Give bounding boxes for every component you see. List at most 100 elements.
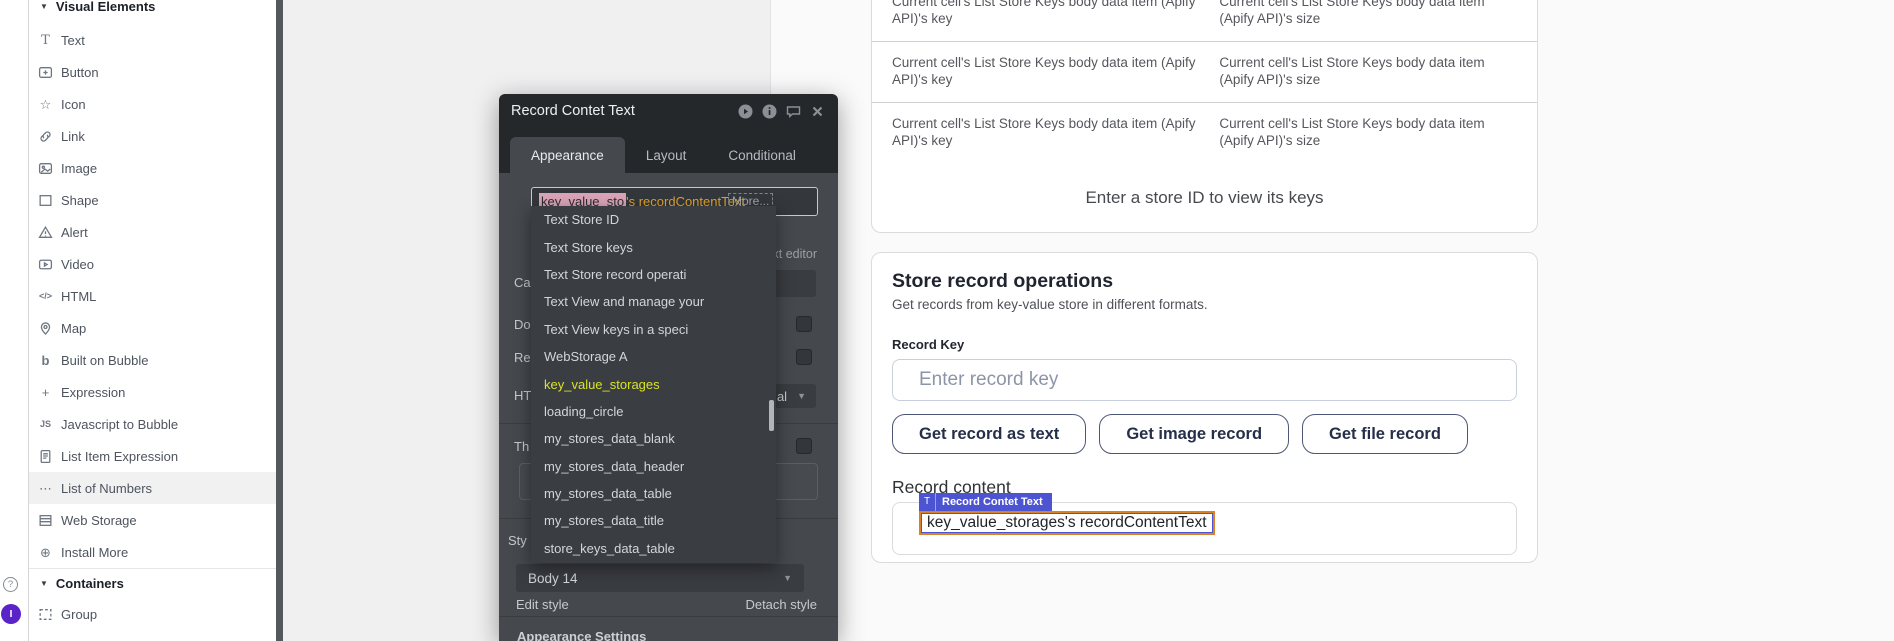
record-content-container: T Record Contet Text key_value_storages'… [892, 502, 1517, 555]
sidebar-item-list-of-numbers[interactable]: ⋯ List of Numbers [29, 472, 283, 504]
section-label: Visual Elements [56, 0, 155, 14]
do-checkbox[interactable] [796, 316, 812, 332]
property-editor-panel: Record Contet Text Appearance Layout Con… [499, 94, 838, 641]
item-label: Link [61, 129, 85, 144]
item-label: Text [61, 33, 85, 48]
item-label: Web Storage [61, 513, 137, 528]
autocomplete-option[interactable]: Text View and manage your [531, 288, 776, 315]
canvas-page: Current cell's List Store Keys body data… [770, 0, 1894, 641]
user-avatar-badge[interactable]: I [1, 604, 21, 624]
keys-table-card: Current cell's List Store Keys body data… [871, 0, 1538, 233]
autocomplete-option-highlighted[interactable]: key_value_storages [531, 370, 776, 397]
sidebar-item-shape[interactable]: Shape [29, 184, 283, 216]
sidebar-item-list-item-expression[interactable]: List Item Expression [29, 440, 283, 472]
sidebar-item-html[interactable]: </> HTML [29, 280, 283, 312]
item-label: Icon [61, 97, 86, 112]
selected-text-element[interactable]: key_value_storages's recordContentText [919, 511, 1215, 535]
autocomplete-option[interactable]: Text View keys in a speci [531, 316, 776, 343]
tab-appearance[interactable]: Appearance [510, 137, 625, 173]
sidebar-item-javascript-to-bubble[interactable]: JS Javascript to Bubble [29, 408, 283, 440]
sidebar-item-alert[interactable]: Alert [29, 216, 283, 248]
plus-icon: + [38, 385, 53, 400]
section-label: Containers [56, 576, 124, 591]
section-containers[interactable]: ▼ Containers [29, 568, 283, 598]
field-label-ca: Ca [514, 275, 531, 290]
sidebar-item-built-on-bubble[interactable]: b Built on Bubble [29, 344, 283, 376]
panel-header[interactable]: Record Contet Text [499, 94, 838, 128]
sidebar-item-map[interactable]: Map [29, 312, 283, 344]
panel-title: Record Contet Text [511, 103, 635, 119]
field-label-re: Re [514, 350, 531, 365]
table-row[interactable]: Current cell's List Store Keys body data… [872, 102, 1537, 163]
item-label: Video [61, 257, 94, 272]
size-cell: Current cell's List Store Keys body data… [1219, 55, 1517, 88]
item-label: Expression [61, 385, 125, 400]
sidebar-item-icon[interactable]: ☆ Icon [29, 88, 283, 120]
star-icon: ☆ [38, 97, 53, 112]
item-label: Button [61, 65, 99, 80]
autocomplete-option[interactable]: my_stores_data_table [531, 480, 776, 507]
play-icon[interactable] [737, 103, 754, 120]
sidebar-scrollbar[interactable] [276, 0, 283, 641]
bubble-logo-icon: b [38, 353, 53, 368]
section-visual-elements[interactable]: ▼ Visual Elements [29, 0, 283, 19]
sidebar-item-link[interactable]: Link [29, 120, 283, 152]
autocomplete-option[interactable]: Text Store ID [531, 206, 776, 233]
field-label-do: Do [514, 317, 531, 332]
panel-header-icons [737, 103, 826, 120]
record-key-input[interactable] [892, 359, 1517, 401]
select-value: al [777, 389, 787, 404]
detach-style-link[interactable]: Detach style [745, 597, 817, 612]
get-image-record-button[interactable]: Get image record [1099, 414, 1289, 454]
select-value: Body 14 [528, 571, 578, 586]
sidebar-item-text[interactable]: T Text [29, 24, 283, 56]
item-label: HTML [61, 289, 96, 304]
table-row[interactable]: Current cell's List Store Keys body data… [872, 41, 1537, 102]
dropdown-scrollbar[interactable] [769, 400, 774, 431]
sidebar-item-video[interactable]: Video [29, 248, 283, 280]
sidebar-item-button[interactable]: Button [29, 56, 283, 88]
autocomplete-option[interactable]: Text Store keys [531, 233, 776, 260]
card-subtitle: Get records from key-value store in diff… [892, 297, 1208, 312]
sidebar-item-install-more[interactable]: ⊕ Install More [29, 536, 283, 568]
autocomplete-option[interactable]: WebStorage A [531, 343, 776, 370]
shape-icon [38, 193, 53, 208]
js-icon: JS [38, 417, 53, 432]
text-icon: T [38, 33, 53, 48]
bubble-editor: ? I ▼ Visual Elements T Text Button ☆ Ic… [0, 0, 1894, 641]
autocomplete-option[interactable]: my_stores_data_blank [531, 425, 776, 452]
item-label: Built on Bubble [61, 353, 148, 368]
style-select[interactable]: Body 14 ▼ [516, 564, 804, 592]
th-checkbox[interactable] [796, 438, 812, 454]
re-checkbox[interactable] [796, 349, 812, 365]
autocomplete-option[interactable]: store_keys_data_table [531, 535, 776, 562]
video-icon [38, 257, 53, 272]
sidebar-item-expression[interactable]: + Expression [29, 376, 283, 408]
get-record-as-text-button[interactable]: Get record as text [892, 414, 1086, 454]
info-icon[interactable] [761, 103, 778, 120]
autocomplete-option[interactable]: my_stores_data_title [531, 507, 776, 534]
item-label: Install More [61, 545, 128, 560]
left-rail: ? I [0, 0, 28, 641]
close-icon[interactable] [809, 103, 826, 120]
sidebar-item-web-storage[interactable]: Web Storage [29, 504, 283, 536]
get-file-record-button[interactable]: Get file record [1302, 414, 1468, 454]
autocomplete-option[interactable]: my_stores_data_header [531, 453, 776, 480]
store-record-operations-card: Store record operations Get records from… [871, 252, 1538, 563]
tab-layout[interactable]: Layout [625, 137, 708, 173]
link-icon [38, 129, 53, 144]
sidebar-item-group[interactable]: Group [29, 598, 283, 630]
comment-icon[interactable] [785, 103, 802, 120]
sidebar-item-image[interactable]: Image [29, 152, 283, 184]
sidebar-item-repeating-group[interactable]: Repeating Group [29, 630, 283, 641]
table-row[interactable]: Current cell's List Store Keys body data… [872, 0, 1537, 41]
help-icon[interactable]: ? [3, 577, 18, 592]
key-cell: Current cell's List Store Keys body data… [892, 116, 1219, 149]
autocomplete-option[interactable]: loading_circle [531, 398, 776, 425]
autocomplete-option[interactable]: Text Store record operati [531, 261, 776, 288]
item-label: Shape [61, 193, 99, 208]
edit-style-link[interactable]: Edit style [516, 597, 569, 612]
style-section-label: Sty [508, 533, 527, 548]
tab-conditional[interactable]: Conditional [707, 137, 817, 173]
selected-element-tag[interactable]: T Record Contet Text [919, 493, 1052, 511]
